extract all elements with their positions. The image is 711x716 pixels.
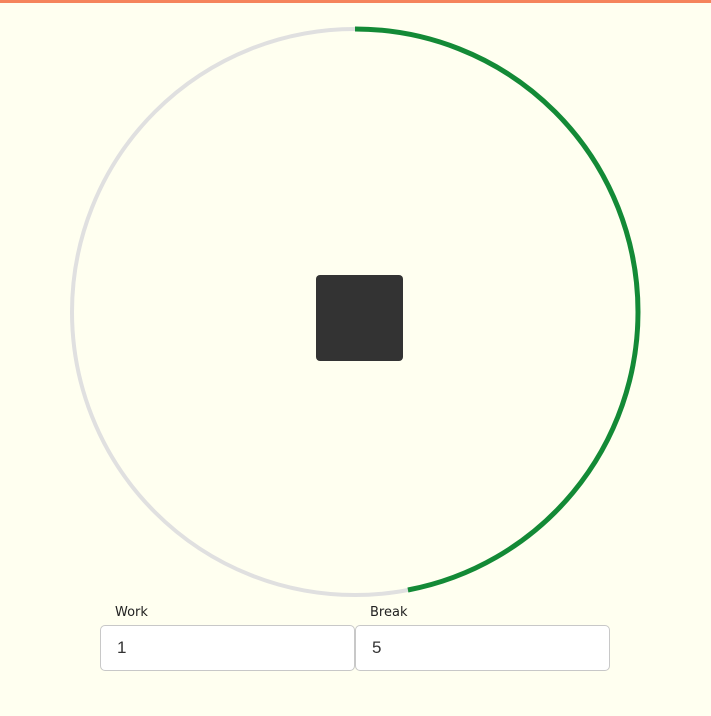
work-field: Work	[100, 603, 355, 671]
work-label: Work	[115, 605, 148, 620]
break-field: Break	[355, 603, 610, 671]
work-input[interactable]	[100, 625, 355, 671]
stop-button[interactable]	[316, 275, 403, 361]
break-label: Break	[370, 605, 408, 620]
timer	[0, 0, 711, 600]
break-input[interactable]	[355, 625, 610, 671]
